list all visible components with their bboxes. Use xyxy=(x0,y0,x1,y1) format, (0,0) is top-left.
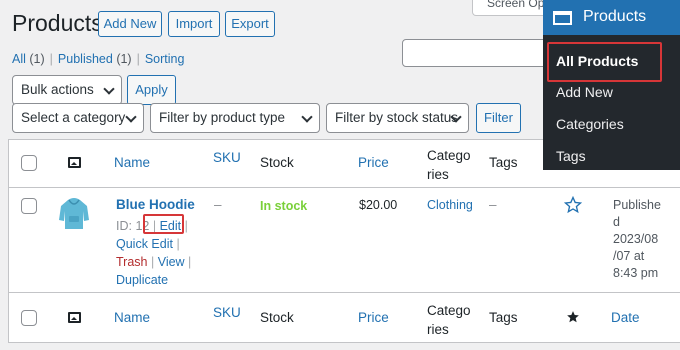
stock-status: In stock xyxy=(260,199,308,213)
stock-status-select[interactable]: Filter by stock status xyxy=(326,103,469,133)
column-tags-footer: Tags xyxy=(489,310,518,325)
column-price[interactable]: Price xyxy=(358,155,389,170)
products-icon xyxy=(553,11,572,25)
separator: | xyxy=(49,52,53,66)
column-sku-footer[interactable]: SKU xyxy=(213,305,241,320)
view-link[interactable]: View xyxy=(158,255,185,269)
bulk-actions-value: Bulk actions xyxy=(21,82,94,97)
divider xyxy=(9,187,680,188)
column-name-footer[interactable]: Name xyxy=(114,310,150,325)
image-icon xyxy=(68,312,81,323)
filter-button[interactable]: Filter xyxy=(476,103,521,133)
view-all-link[interactable]: All xyxy=(12,52,26,66)
export-button[interactable]: Export xyxy=(225,11,275,37)
column-categories-footer: Catego ries xyxy=(427,301,471,339)
all-products-highlight-box xyxy=(547,42,662,82)
view-sorting-link[interactable]: Sorting xyxy=(145,52,185,66)
add-new-button[interactable]: Add New xyxy=(98,11,162,37)
column-price-footer[interactable]: Price xyxy=(358,310,389,325)
product-price: $20.00 xyxy=(359,198,398,212)
date-line: d xyxy=(613,215,620,229)
column-name[interactable]: Name xyxy=(114,155,150,170)
date-line: Publishe xyxy=(613,198,661,212)
menu-item-add-new[interactable]: Add New xyxy=(556,84,613,100)
column-categories-line2: ries xyxy=(427,167,449,182)
category-select-value: Select a category xyxy=(21,110,126,125)
product-date: Publishe d 2023/08 /07 at 8:43 pm xyxy=(613,197,673,282)
column-stock: Stock xyxy=(260,155,294,170)
chevron-down-icon xyxy=(103,83,115,95)
stock-status-select-value: Filter by stock status xyxy=(335,110,459,125)
select-all-checkbox[interactable] xyxy=(21,155,37,171)
image-icon xyxy=(68,157,81,168)
views-filter: All (1) | Published (1) | Sorting xyxy=(12,52,184,66)
column-date-footer[interactable]: Date xyxy=(611,310,640,325)
column-categories-line1: Catego xyxy=(427,303,471,318)
category-link[interactable]: Clothing xyxy=(427,198,473,212)
select-all-checkbox-footer[interactable] xyxy=(21,310,37,326)
duplicate-link[interactable]: Duplicate xyxy=(116,273,168,287)
category-select[interactable]: Select a category xyxy=(12,103,144,133)
search-input[interactable] xyxy=(402,39,562,67)
view-published-count: (1) xyxy=(116,52,132,66)
date-line: 8:43 pm xyxy=(613,266,659,280)
admin-submenu: Products All Products Add New Categories… xyxy=(543,0,680,170)
separator: | xyxy=(136,52,140,66)
admin-menu-title: Products xyxy=(583,8,647,25)
product-type-select[interactable]: Filter by product type xyxy=(150,103,320,133)
product-name-link[interactable]: Blue Hoodie xyxy=(116,197,195,212)
quick-edit-link[interactable]: Quick Edit xyxy=(116,237,173,251)
chevron-down-icon xyxy=(125,111,137,123)
view-published-link[interactable]: Published xyxy=(58,52,113,66)
view-all-count: (1) xyxy=(29,52,45,66)
menu-item-categories[interactable]: Categories xyxy=(556,116,624,132)
divider xyxy=(9,292,680,293)
bulk-actions-select[interactable]: Bulk actions xyxy=(12,75,122,105)
edit-highlight-box xyxy=(143,214,184,234)
page-title: Products xyxy=(12,10,103,36)
column-stock-footer: Stock xyxy=(260,310,294,325)
column-tags: Tags xyxy=(489,155,518,170)
apply-button[interactable]: Apply xyxy=(127,75,176,105)
column-categories-line1: Catego xyxy=(427,148,471,163)
row-checkbox[interactable] xyxy=(21,198,37,214)
trash-link[interactable]: Trash xyxy=(116,255,148,269)
featured-star-icon[interactable] xyxy=(566,310,580,324)
import-button[interactable]: Import xyxy=(168,11,220,37)
date-line: 2023/08 xyxy=(613,232,659,246)
column-sku[interactable]: SKU xyxy=(213,150,241,165)
featured-star-icon[interactable] xyxy=(564,196,582,214)
admin-menu-header[interactable]: Products xyxy=(543,0,680,35)
chevron-down-icon xyxy=(301,111,313,123)
product-thumbnail[interactable] xyxy=(58,196,90,232)
screen-options-tab[interactable]: Screen Options xyxy=(472,0,552,16)
column-categories: Catego ries xyxy=(427,146,471,184)
menu-item-tags[interactable]: Tags xyxy=(556,148,586,164)
product-sku: – xyxy=(214,197,222,212)
column-categories-line2: ries xyxy=(427,322,449,337)
product-type-select-value: Filter by product type xyxy=(159,110,286,125)
date-line: /07 at xyxy=(613,249,645,263)
product-tags: – xyxy=(489,197,497,212)
